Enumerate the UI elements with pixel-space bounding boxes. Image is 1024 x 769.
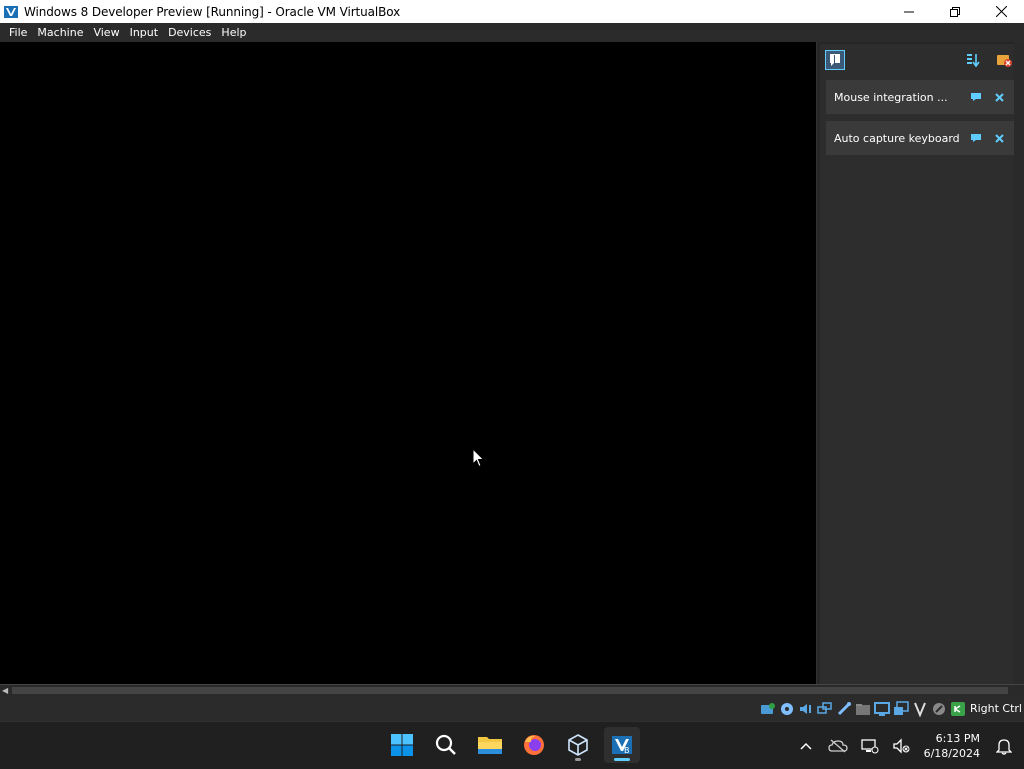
restore-icon bbox=[950, 6, 960, 17]
hard-disk-icon[interactable] bbox=[760, 701, 776, 717]
file-explorer-icon bbox=[478, 737, 502, 754]
file-explorer-button[interactable] bbox=[472, 727, 508, 763]
help-icon bbox=[971, 93, 981, 101]
firefox-icon bbox=[524, 735, 544, 755]
notification-close-button[interactable] bbox=[992, 131, 1006, 145]
volume-muted-icon bbox=[892, 737, 910, 754]
notification-scrollbar[interactable] bbox=[1014, 42, 1024, 684]
virtualbox-vm-button[interactable]: B bbox=[604, 727, 640, 763]
volume-button[interactable] bbox=[892, 736, 912, 756]
clock[interactable]: 6:13 PM 6/18/2024 bbox=[924, 731, 980, 761]
menu-help[interactable]: Help bbox=[216, 26, 251, 39]
search-icon bbox=[435, 734, 456, 755]
notification-pin-button[interactable] bbox=[825, 50, 845, 70]
usb-icon[interactable] bbox=[836, 701, 852, 717]
scroll-left-icon[interactable]: ◀ bbox=[2, 686, 8, 695]
notification-help-button[interactable] bbox=[969, 90, 983, 104]
title-bar[interactable]: Windows 8 Developer Preview [Running] - … bbox=[0, 0, 1024, 23]
notification-list: Mouse integration ... Auto capture keybo… bbox=[820, 44, 1016, 684]
active-indicator bbox=[614, 758, 630, 761]
notification-text: Mouse integration ... bbox=[834, 90, 948, 104]
mouse-integration-icon[interactable] bbox=[931, 701, 947, 717]
maximize-button[interactable] bbox=[932, 0, 978, 23]
network-disconnected-icon bbox=[860, 738, 879, 753]
menu-bar: File Machine View Input Devices Help bbox=[0, 23, 1024, 42]
network-icon[interactable] bbox=[817, 701, 833, 717]
clear-all-button[interactable] bbox=[994, 50, 1014, 70]
minimize-icon bbox=[904, 11, 914, 12]
notification-item[interactable]: Mouse integration ... bbox=[826, 80, 1016, 114]
notification-text: Auto capture keyboard ... bbox=[834, 131, 964, 145]
scrollbar-thumb[interactable] bbox=[12, 687, 1008, 694]
menu-file[interactable]: File bbox=[4, 26, 32, 39]
notification-item[interactable]: Auto capture keyboard ... bbox=[826, 121, 1016, 155]
firefox-button[interactable] bbox=[516, 727, 552, 763]
close-icon bbox=[994, 133, 1004, 143]
close-icon bbox=[995, 6, 1007, 17]
notification-pin-icon bbox=[830, 54, 840, 66]
optical-drive-icon[interactable] bbox=[779, 701, 795, 717]
svg-text:B: B bbox=[624, 746, 630, 755]
virtualbox-window: Windows 8 Developer Preview [Running] - … bbox=[0, 0, 1024, 721]
search-button[interactable] bbox=[428, 727, 464, 763]
start-icon bbox=[391, 734, 413, 756]
help-icon bbox=[971, 134, 981, 142]
display-icon[interactable] bbox=[873, 701, 890, 717]
close-button[interactable] bbox=[978, 0, 1024, 23]
network-status-button[interactable] bbox=[860, 736, 880, 756]
onedrive-button[interactable] bbox=[827, 736, 848, 756]
shared-folders-icon[interactable] bbox=[855, 701, 871, 717]
start-button[interactable] bbox=[384, 727, 420, 763]
notifications-button[interactable] bbox=[994, 736, 1014, 756]
notification-help-button[interactable] bbox=[969, 131, 983, 145]
show-hidden-icons-button[interactable] bbox=[796, 736, 816, 756]
notification-toolbar bbox=[820, 44, 1024, 78]
notification-close-button[interactable] bbox=[992, 90, 1006, 104]
cpu-icon[interactable] bbox=[912, 701, 928, 717]
horizontal-scrollbar[interactable]: ◀ bbox=[0, 684, 1024, 696]
close-icon bbox=[994, 92, 1004, 102]
audio-icon[interactable] bbox=[798, 701, 814, 717]
window-title: Windows 8 Developer Preview [Running] - … bbox=[24, 4, 401, 19]
menu-devices[interactable]: Devices bbox=[163, 26, 216, 39]
clear-all-icon bbox=[997, 55, 1012, 67]
system-tray: 6:13 PM 6/18/2024 bbox=[790, 722, 1024, 769]
menu-view[interactable]: View bbox=[88, 26, 124, 39]
cloud-offline-icon bbox=[827, 739, 848, 752]
clock-time: 6:13 PM bbox=[935, 731, 980, 745]
vm-display[interactable] bbox=[0, 42, 816, 684]
keyboard-capture-icon[interactable] bbox=[950, 701, 966, 717]
recording-icon[interactable] bbox=[893, 700, 909, 717]
virtualbox-manager-icon bbox=[568, 734, 588, 756]
running-indicator bbox=[575, 758, 581, 761]
sort-button[interactable] bbox=[963, 50, 983, 70]
clock-date: 6/18/2024 bbox=[923, 746, 980, 760]
notification-center: Mouse integration ... Auto capture keybo… bbox=[816, 42, 1024, 684]
status-bar: Right Ctrl bbox=[0, 696, 1024, 721]
taskbar: B 6:13 PM 6/18/2024 bbox=[0, 721, 1024, 768]
mouse-cursor-icon bbox=[472, 448, 485, 468]
chevron-up-icon bbox=[800, 742, 812, 750]
menu-machine[interactable]: Machine bbox=[32, 26, 88, 39]
window-controls bbox=[886, 0, 1024, 23]
menu-input[interactable]: Input bbox=[125, 26, 163, 39]
virtualbox-manager-button[interactable] bbox=[560, 727, 596, 763]
virtualbox-vm-icon: B bbox=[612, 736, 632, 755]
bell-icon bbox=[996, 738, 1012, 755]
minimize-button[interactable] bbox=[886, 0, 932, 23]
virtualbox-app-icon bbox=[4, 5, 18, 18]
host-key-label[interactable]: Right Ctrl bbox=[970, 702, 1022, 715]
sort-icon bbox=[967, 54, 980, 68]
